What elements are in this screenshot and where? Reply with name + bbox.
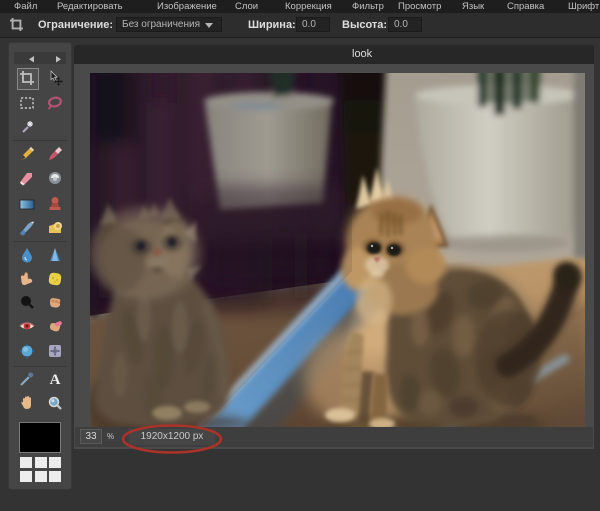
svg-text:A: A: [50, 372, 61, 387]
